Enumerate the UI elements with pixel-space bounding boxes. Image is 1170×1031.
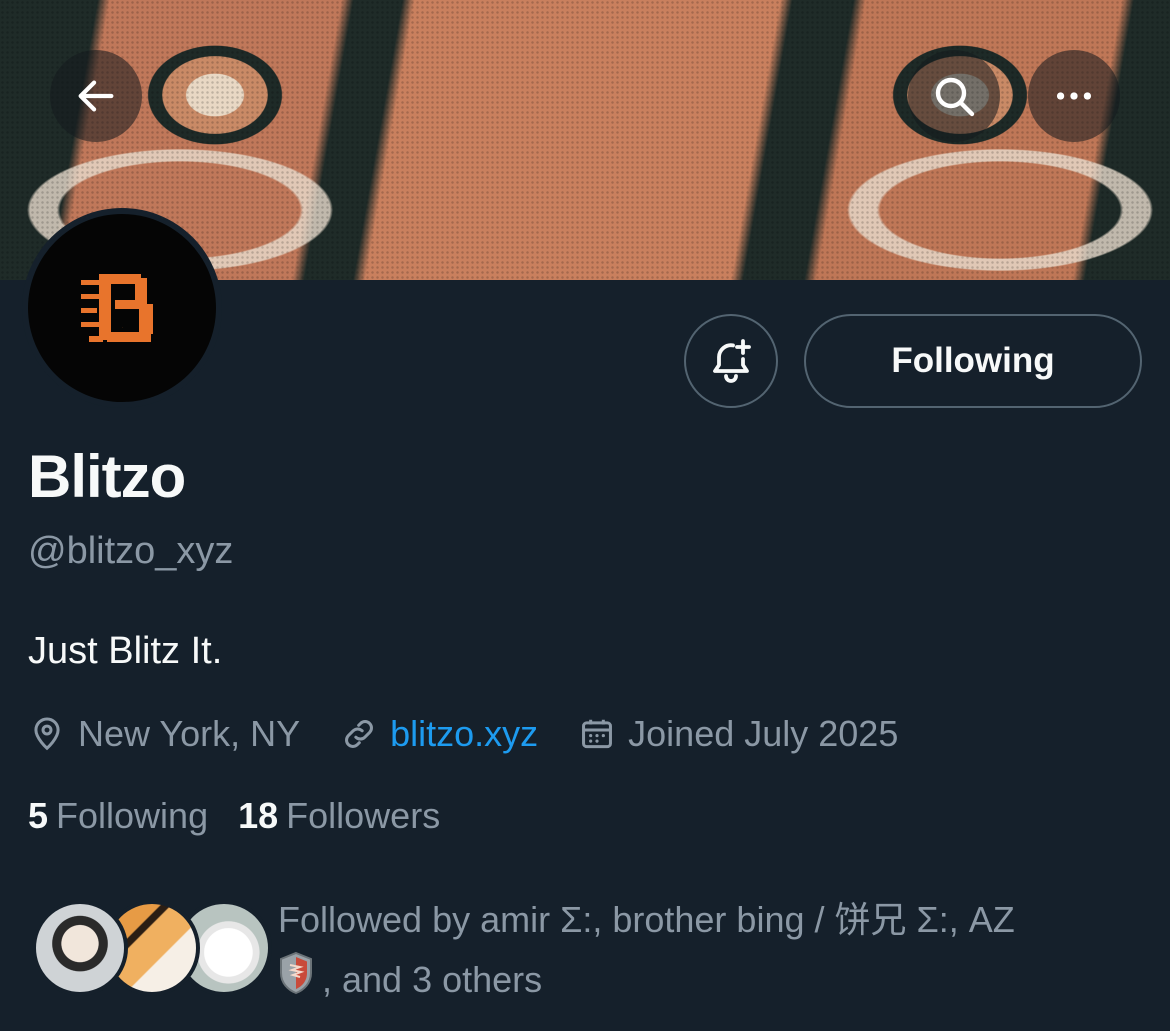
profile-meta: New York, NY blitzo.xyz Joined July 2025: [28, 710, 938, 758]
profile-bio: Just Blitz It.: [28, 630, 223, 672]
followers-stat[interactable]: 18 Followers: [238, 795, 440, 837]
svg-text:B: B: [122, 327, 123, 329]
following-label: Following: [56, 795, 209, 836]
location: New York, NY: [28, 713, 300, 755]
location-text: New York, NY: [78, 713, 301, 754]
join-date: Joined July 2025: [578, 713, 898, 755]
following-button[interactable]: Following: [804, 314, 1142, 408]
user-handle: @blitzo_xyz: [28, 530, 234, 572]
mutual-followers-avatars[interactable]: [32, 900, 272, 996]
website[interactable]: blitzo.xyz: [340, 713, 538, 755]
search-button[interactable]: [908, 50, 1000, 142]
calendar-icon: [582, 719, 613, 749]
more-horizontal-icon: [1056, 92, 1092, 100]
link-icon: [345, 720, 374, 748]
more-options-button[interactable]: [1028, 50, 1120, 142]
search-icon: [935, 77, 975, 117]
back-button[interactable]: [50, 50, 142, 142]
followed-by-text[interactable]: Followed by amir Σ:, brother bing / 饼兄 Σ…: [278, 890, 1138, 1013]
notify-button[interactable]: [684, 314, 778, 408]
shield-emoji-icon: [278, 951, 314, 1013]
profile-avatar[interactable]: B: [22, 208, 222, 408]
followed-by-suffix: , and 3 others: [322, 959, 543, 1000]
display-name: Blitzo: [28, 443, 186, 510]
arrow-left-icon: [78, 80, 114, 112]
follow-stats: 5 Following 18 Followers: [28, 795, 470, 837]
avatar: [32, 900, 128, 996]
followers-label: Followers: [286, 795, 441, 836]
bell-plus-icon: [713, 339, 751, 383]
blackletter-b-logo: B: [28, 214, 216, 402]
join-date-text: Joined July 2025: [628, 713, 899, 754]
followed-by-prefix: Followed by amir Σ:, brother bing / 饼兄 Σ…: [278, 899, 1015, 940]
website-link[interactable]: blitzo.xyz: [390, 713, 538, 755]
following-count: 5: [28, 795, 49, 836]
location-pin-icon: [34, 717, 60, 751]
followers-count: 18: [238, 795, 279, 836]
following-stat[interactable]: 5 Following: [28, 795, 208, 837]
